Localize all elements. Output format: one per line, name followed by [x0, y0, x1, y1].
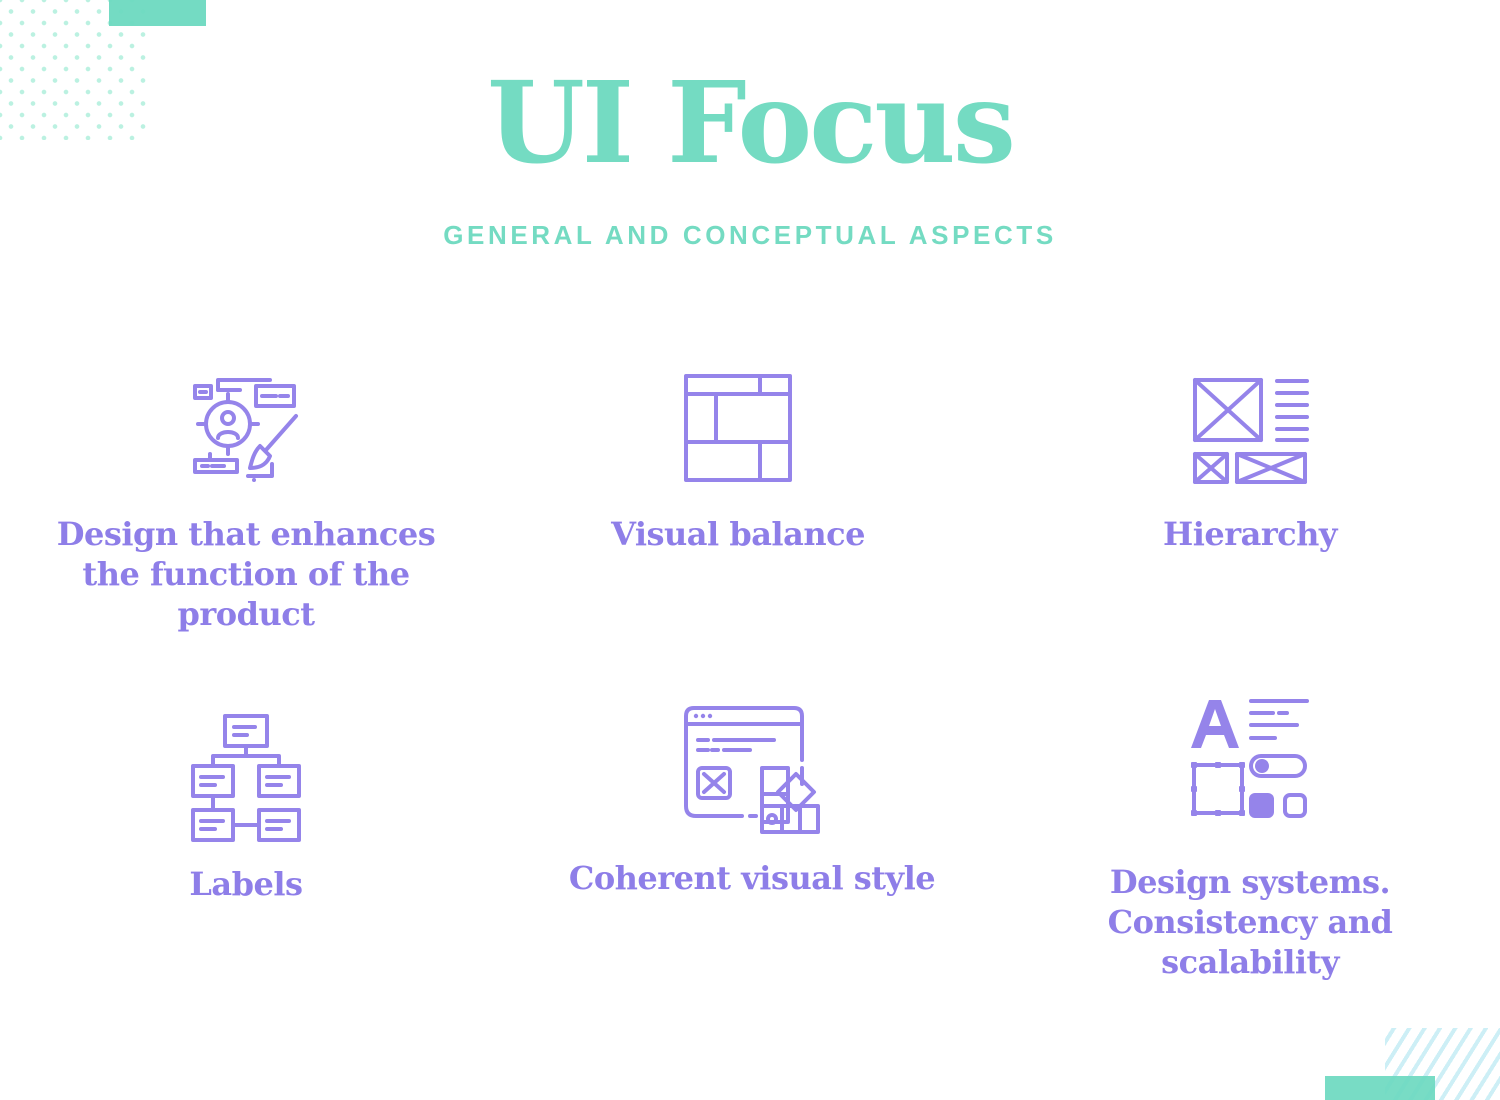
card-label: Labels: [189, 865, 303, 903]
card-coherent-style: Coherent visual style: [532, 704, 972, 898]
card-visual-balance: Visual balance: [518, 372, 958, 554]
flowchart-labels-icon: [191, 714, 301, 842]
card-label: Visual balance: [611, 515, 865, 553]
decorative-teal-bar-bottom: [1325, 1076, 1435, 1100]
design-system-components-icon: [1191, 699, 1309, 818]
design-target-brush-icon: [193, 378, 298, 482]
decorative-teal-bar-top: [109, 0, 206, 26]
page-subtitle: GENERAL AND CONCEPTUAL ASPECTS: [443, 220, 1057, 250]
card-label: Design systems. Consistency and scalabil…: [1107, 863, 1393, 981]
card-function-design: Design that enhances the function of the…: [26, 372, 466, 634]
card-label: Coherent visual style: [568, 859, 936, 897]
wireframe-hierarchy-icon: [1193, 378, 1309, 484]
layout-grid-icon: [684, 374, 792, 482]
browser-color-swatch-icon: [684, 706, 820, 834]
card-hierarchy: Hierarchy: [1030, 372, 1470, 554]
card-labels: Labels: [26, 712, 466, 904]
card-design-systems: Design systems. Consistency and scalabil…: [1030, 698, 1470, 982]
card-label: Hierarchy: [1162, 515, 1338, 553]
page-title: UI Focus: [487, 58, 1016, 189]
card-label: Design that enhances the function of the…: [56, 515, 436, 633]
